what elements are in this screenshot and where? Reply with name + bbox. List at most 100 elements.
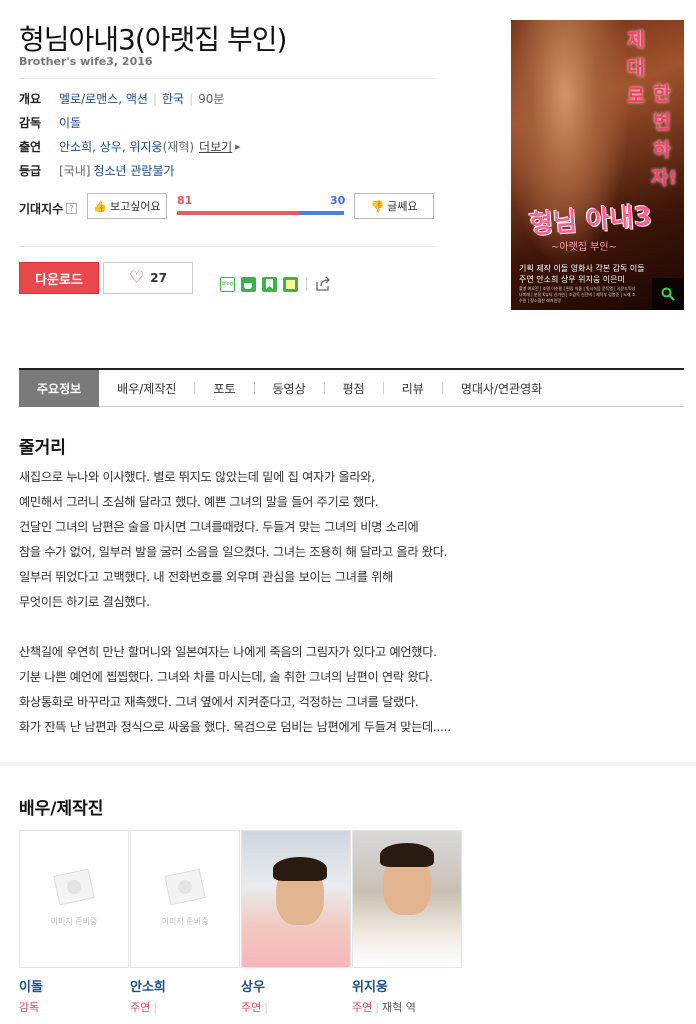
bookmark-share-icon[interactable]: [262, 276, 277, 292]
portrait-hair: [273, 857, 327, 881]
cast-role-line: 감독: [19, 999, 130, 1015]
divider: [19, 78, 435, 79]
cast-card[interactable]: 이미지 준비중 안소희 주연 |: [130, 830, 241, 1015]
no-image-icon: [53, 868, 95, 905]
poster-credits: 기획 제작 이돌 영화사 각본 감독 이돌 주연 안소희 상우 위지웅 이은미: [519, 263, 645, 285]
not-sure-button[interactable]: 👎 글쎄요: [354, 193, 434, 219]
director-link[interactable]: 이돌: [59, 114, 81, 131]
blog-share-icon[interactable]: blog: [220, 276, 235, 292]
overview-label: 개요: [19, 92, 42, 106]
cafe-share-icon[interactable]: [241, 276, 256, 292]
rating-region: [국내]: [59, 164, 91, 178]
cast-photo-placeholder[interactable]: 이미지 준비중: [130, 830, 240, 968]
cast-card[interactable]: 이미지 준비중 이돌 감독: [19, 830, 130, 1015]
tab-quotes-related[interactable]: 명대사/연관영화: [443, 370, 560, 407]
synopsis-line: 기분 나쁜 예언에 찝찝했다. 그녀와 차를 마시는데, 술 취한 그녀의 남편…: [19, 670, 433, 684]
cast-role-line: 주연 |: [241, 999, 352, 1015]
thumbs-down-icon: 👎: [370, 199, 385, 213]
poster-tagline-1: 제대로: [627, 29, 645, 107]
help-icon[interactable]: ?: [66, 203, 78, 214]
separator: |: [153, 1001, 157, 1014]
cast-role-line: 주연 |: [130, 999, 241, 1015]
expectation-bar-fill: [177, 211, 299, 215]
cast-role: 주연: [352, 1001, 373, 1014]
memo-share-icon[interactable]: [283, 276, 298, 292]
cast-card[interactable]: 위지웅 주연 | 재혁 역: [352, 830, 463, 1015]
cast-section-title: 배우/제작진: [19, 799, 104, 819]
poster-tagline-2: 한번하자!: [651, 83, 678, 189]
cast-name[interactable]: 상우: [241, 976, 352, 995]
no-image-text: 이미지 준비중: [161, 916, 209, 926]
want-label: 보고싶어요: [110, 200, 161, 213]
content-tabs: 주요정보 배우/제작진 포토 동영상 평점 리뷰 명대사/연관영화: [19, 368, 684, 407]
synopsis-line: 새집으로 누나와 이사했다. 별로 뛰지도 않았는데 밑에 집 여자가 올라와,: [19, 470, 375, 484]
movie-title: 형님아내3(아랫집 부인): [19, 23, 287, 56]
synopsis-line: 참을 수가 없어, 일부러 발을 굴러 소음을 일으켰다. 그녀는 조용히 해 …: [19, 545, 448, 559]
movie-poster[interactable]: 제대로 한번하자! 형님 아내3 ~아랫집 부인~ 기획 제작 이돌 영화사 각…: [511, 20, 684, 310]
rating-label: 등급: [19, 164, 42, 178]
tab-video[interactable]: 동영상: [255, 370, 324, 407]
info-cast-row: 출연 안소희, 상우, 위지웅 (재혁) 더보기 ▶: [19, 138, 241, 155]
synopsis-line: 일부러 뛰었다고 고백했다. 내 전화번호를 외우며 관심을 보이는 그녀를 위…: [19, 570, 394, 584]
separator: |: [189, 91, 194, 106]
portrait-hair: [380, 843, 434, 867]
cast-photo-placeholder[interactable]: 이미지 준비중: [19, 830, 129, 968]
zoom-search-icon[interactable]: [652, 278, 684, 310]
dislike-count: 30: [330, 194, 346, 207]
info-director-row: 감독 이돌: [19, 114, 81, 131]
synopsis-title: 줄거리: [19, 438, 66, 458]
want-to-see-button[interactable]: 👍 보고싶어요: [87, 193, 167, 219]
poster-small-credits: 촬영 여오진 | 조명 이수용 | 편집 이돌 | 동시녹음 문득열 | 사운드…: [519, 286, 636, 303]
country-link[interactable]: 한국: [162, 90, 184, 107]
synopsis-line: 산책길에 우연히 만난 할머니와 일본여자는 나에게 죽음의 그림자가 있다고 …: [19, 645, 437, 659]
share-icon[interactable]: [315, 276, 331, 292]
poster-title: 형님 아내3: [528, 201, 653, 241]
cast-photo[interactable]: [241, 830, 351, 968]
cast-label: 출연: [19, 140, 42, 154]
separator: |: [264, 1001, 268, 1014]
synopsis-blank-line: [19, 615, 679, 640]
poster-subtitle: ~아랫집 부인~: [551, 242, 617, 253]
synopsis-line: 화가 잔뜩 난 남편과 정식으로 싸움을 했다. 목검으로 덤비는 남편에게 두…: [19, 720, 451, 734]
info-overview-row: 개요 멜로/로맨스, 액션 | 한국 | 90분: [19, 90, 224, 107]
expectation-label: 기대지수: [19, 202, 64, 216]
like-button[interactable]: ♡ 27: [103, 262, 193, 294]
tab-rating[interactable]: 평점: [325, 370, 383, 407]
cast-name[interactable]: 안소희: [130, 976, 241, 995]
thumbs-up-icon: 👍: [93, 199, 108, 213]
rating-link[interactable]: 청소년 관람불가: [93, 162, 174, 179]
download-button[interactable]: 다운로드: [19, 262, 99, 294]
cast-name[interactable]: 이돌: [19, 976, 130, 995]
cast-name[interactable]: 위지웅: [352, 976, 463, 995]
no-image-text: 이미지 준비중: [50, 916, 98, 926]
runtime: 90분: [198, 92, 225, 106]
synopsis-line: 예민해서 그러니 조심해 달라고 했다. 예쁜 그녀의 말을 들어 주기로 했다…: [19, 495, 379, 509]
synopsis-line: 화상통화로 바꾸라고 재촉했다. 그녀 옆에서 지켜준다고, 걱정하는 그녀를 …: [19, 695, 419, 709]
tab-cast-crew[interactable]: 배우/제작진: [99, 370, 194, 407]
separator: |: [152, 91, 157, 106]
cast-links[interactable]: 안소희, 상우, 위지웅: [59, 138, 163, 155]
genre-link[interactable]: 멜로/로맨스, 액션: [59, 90, 148, 107]
cast-role: 주연: [130, 1001, 151, 1014]
cast-photo[interactable]: [352, 830, 462, 968]
poster-credit-line: 주연 안소희 상우 위지웅 이은미: [519, 275, 625, 284]
cast-role-line: 주연 | 재혁 역: [352, 999, 463, 1015]
cast-list: 이미지 준비중 이돌 감독 이미지 준비중 안소희 주연 | 상우 주연 | 위지웅: [19, 830, 463, 1015]
tab-photo[interactable]: 포토: [195, 370, 253, 407]
more-cast-link[interactable]: 더보기: [199, 138, 232, 155]
dislike-label: 글쎄요: [387, 200, 418, 213]
caret-right-icon: ▶: [235, 142, 241, 151]
cast-card[interactable]: 상우 주연 |: [241, 830, 352, 1015]
heart-icon: ♡: [129, 268, 145, 288]
no-image-icon: [164, 868, 206, 905]
expectation-label-wrap: 기대지수 ?: [19, 200, 78, 217]
blog-share-label: blog: [222, 281, 233, 287]
share-bar: blog: [220, 276, 331, 292]
synopsis-line: 건달인 그녀의 남편은 술을 마시면 그녀를때렸다. 두들겨 맞는 그녀의 비명…: [19, 520, 419, 534]
want-count: 81: [177, 194, 193, 207]
poster-credit-line: 기획 제작 이돌 영화사 각본 감독 이돌: [519, 264, 645, 273]
tab-main-info[interactable]: 주요정보: [19, 369, 100, 407]
separator: [306, 277, 307, 291]
tab-review[interactable]: 리뷰: [384, 370, 442, 407]
separator: |: [375, 1001, 379, 1014]
